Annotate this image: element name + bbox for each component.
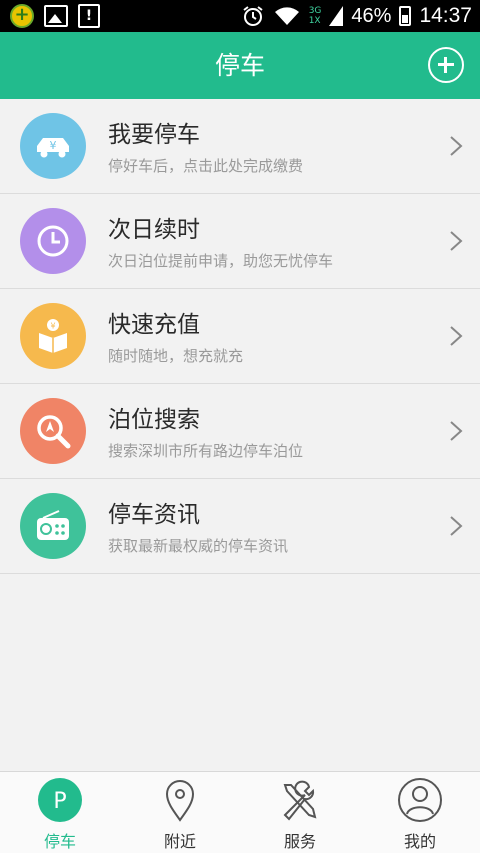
nav-tab-mine[interactable]: 我的 [360, 772, 480, 853]
chevron-right-icon [450, 231, 463, 251]
chevron-right-icon [450, 136, 463, 156]
menu-item-subtitle: 搜索深圳市所有路边停车泊位 [108, 442, 304, 460]
menu-item-news[interactable]: 停车资讯 获取最新最权威的停车资讯 [0, 479, 480, 574]
nav-tab-nearby[interactable]: 附近 [120, 772, 240, 853]
menu-item-title: 停车资讯 [108, 502, 200, 528]
nav-label: 我的 [403, 832, 436, 851]
warning-notification-icon: ! [78, 4, 100, 28]
menu-item-recharge[interactable]: ¥ 快速充值 随时随地，想充就充 [0, 289, 480, 384]
menu-item-berth-search[interactable]: 泊位搜索 搜索深圳市所有路边停车泊位 [0, 384, 480, 479]
menu-item-park[interactable]: ¥ 我要停车 停好车后，点击此处完成缴费 [0, 99, 480, 194]
wifi-icon [274, 7, 299, 25]
nav-tab-services[interactable]: 服务 [240, 772, 360, 853]
menu-item-subtitle: 次日泊位提前申请，助您无忧停车 [108, 252, 334, 270]
menu-item-title: 次日续时 [108, 217, 200, 243]
image-notification-icon [44, 5, 68, 27]
alarm-icon [243, 6, 263, 26]
menu-item-subtitle: 获取最新最权威的停车资讯 [108, 537, 289, 555]
network-type: 3G 1X [308, 6, 322, 26]
svg-text:¥: ¥ [50, 322, 55, 331]
svg-text:P: P [53, 789, 66, 814]
bottom-nav: P 停车 附近 服务 我的 [0, 771, 480, 853]
coin-box-icon: ¥ [20, 303, 86, 369]
tools-icon [283, 780, 317, 821]
menu-item-title: 泊位搜索 [108, 407, 200, 433]
page-title: 停车 [214, 51, 265, 80]
nav-label: 服务 [283, 832, 316, 851]
system-icons: 3G 1X 46% 14:37 [241, 0, 472, 32]
menu-list: ¥ 我要停车 停好车后，点击此处完成缴费 次日续时 次日泊位提前申请，助您无忧停… [0, 99, 480, 574]
menu-item-next-day[interactable]: 次日续时 次日泊位提前申请，助您无忧停车 [0, 194, 480, 289]
menu-item-subtitle: 随时随地，想充就充 [108, 347, 244, 365]
clock-icon [20, 208, 86, 274]
car-yuan-icon: ¥ [20, 113, 86, 179]
parking-icon: P [38, 778, 82, 822]
svg-text:¥: ¥ [50, 139, 57, 152]
nav-label: 附近 [163, 832, 196, 851]
chevron-right-icon [450, 421, 463, 441]
plus-circle-icon[interactable] [428, 47, 464, 83]
nav-tab-parking[interactable]: P 停车 [0, 772, 120, 853]
user-icon [398, 778, 442, 822]
clock-time: 14:37 [419, 4, 472, 27]
chevron-right-icon [450, 326, 463, 346]
notification-icons: ! [10, 4, 100, 28]
search-compass-icon [20, 398, 86, 464]
battery-icon [399, 6, 412, 26]
title-bar: 停车 [0, 32, 480, 99]
menu-item-title: 我要停车 [108, 122, 200, 148]
nav-label: 停车 [43, 832, 76, 851]
menu-item-subtitle: 停好车后，点击此处完成缴费 [108, 157, 304, 175]
status-bar: ! 3G 1X 46% 14:37 [0, 0, 480, 32]
location-pin-icon [165, 780, 195, 822]
radio-icon [20, 493, 86, 559]
signal-icon [329, 6, 344, 26]
app-notification-icon [10, 4, 34, 28]
battery-percent: 46% [351, 4, 392, 27]
chevron-right-icon [450, 516, 463, 536]
menu-item-title: 快速充值 [108, 312, 200, 338]
